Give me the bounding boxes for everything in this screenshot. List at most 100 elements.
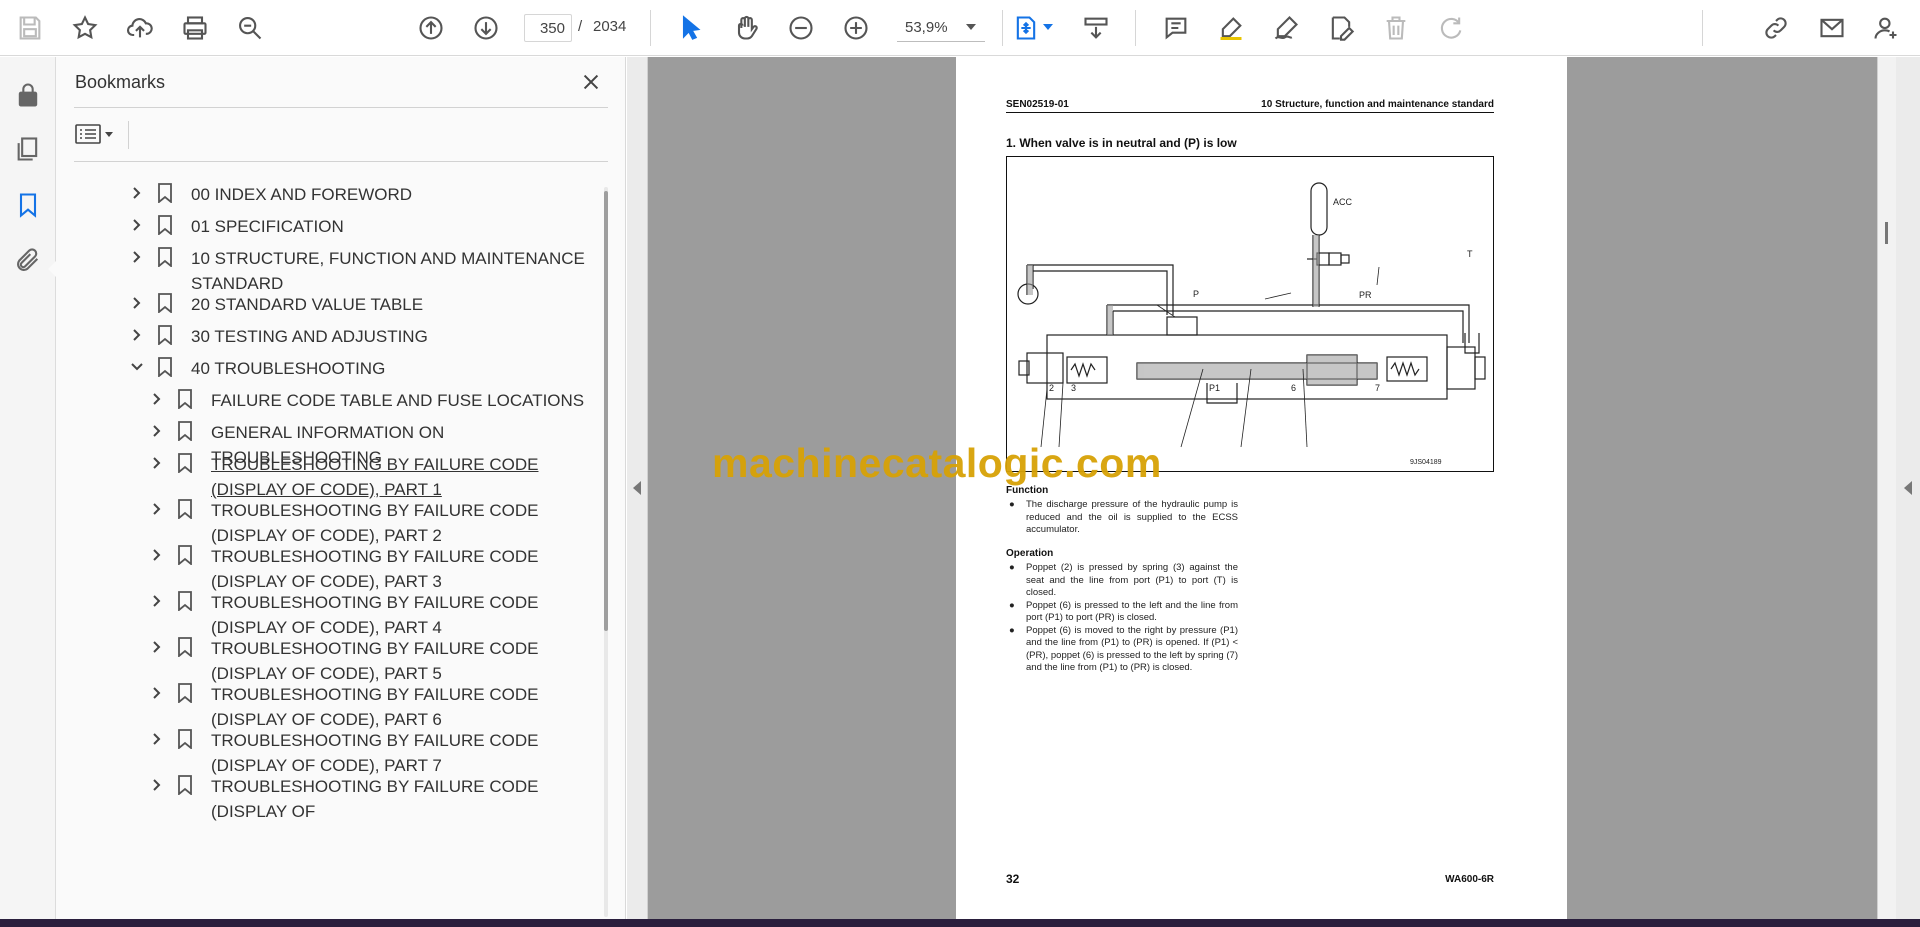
bookmark-options-button[interactable] (74, 119, 120, 149)
page-model: WA600-6R (1445, 874, 1494, 885)
bookmark-label: 10 STRUCTURE, FUNCTION AND MAINTENANCE S… (191, 249, 585, 293)
bookmark-item[interactable]: 20 STANDARD VALUE TABLE (130, 292, 596, 317)
pdf-page: SEN02519-01 10 Structure, function and m… (956, 57, 1567, 919)
star-icon[interactable] (67, 10, 103, 46)
bookmark-label: TROUBLESHOOTING BY FAILURE CODE (DISPLAY… (211, 731, 539, 775)
bookmark-item[interactable]: TROUBLESHOOTING BY FAILURE CODE (DISPLAY… (150, 452, 596, 502)
chevron-right-icon[interactable] (150, 544, 164, 566)
zoom-out-icon[interactable] (783, 10, 819, 46)
chevron-right-icon[interactable] (150, 420, 164, 442)
bookmark-label: 01 SPECIFICATION (191, 217, 344, 236)
bookmark-item[interactable]: TROUBLESHOOTING BY FAILURE CODE (DISPLAY… (150, 774, 596, 824)
page-number-input[interactable]: 350 (524, 14, 572, 42)
bookmark-label: 30 TESTING AND ADJUSTING (191, 327, 428, 346)
label-p: P (1193, 289, 1199, 299)
chevron-right-icon[interactable] (150, 682, 164, 704)
bookmark-item[interactable]: 10 STRUCTURE, FUNCTION AND MAINTENANCE S… (130, 246, 596, 296)
bookmarks-panel: Bookmarks 00 INDEX AND FOREWORD 01 SPECIF… (56, 57, 626, 919)
watermark-text: machinecatalogic.com (712, 440, 1162, 486)
bookmark-item[interactable]: TROUBLESHOOTING BY FAILURE CODE (DISPLAY… (150, 544, 596, 594)
list-item: ● Poppet (6) is pressed to the left and t… (1006, 600, 1238, 625)
bookmark-icon[interactable] (10, 187, 46, 223)
chevron-right-icon[interactable] (150, 498, 164, 520)
close-icon[interactable] (576, 67, 606, 97)
bullet: ● (1009, 624, 1015, 636)
bookmark-flag-icon (176, 544, 194, 566)
chevron-right-icon[interactable] (150, 590, 164, 612)
chevron-down-icon[interactable] (130, 356, 144, 378)
bookmark-item[interactable]: TROUBLESHOOTING BY FAILURE CODE (DISPLAY… (150, 682, 596, 732)
bookmark-item[interactable]: TROUBLESHOOTING BY FAILURE CODE (DISPLAY… (150, 590, 596, 640)
lock-icon[interactable] (10, 77, 46, 113)
page-header-section: 10 Structure, function and maintenance s… (1261, 99, 1494, 110)
sign-icon[interactable] (1268, 10, 1304, 46)
page-heading: 1. When valve is in neutral and (P) is l… (1006, 136, 1237, 150)
bookmark-flag-icon (176, 774, 194, 796)
bookmark-flag-icon (156, 324, 174, 346)
diagram-code: 9JS04189 (1410, 459, 1442, 466)
print-icon[interactable] (177, 10, 213, 46)
main-toolbar: 350 / 2034 53,9% (0, 0, 1920, 56)
bookmark-item[interactable]: TROUBLESHOOTING BY FAILURE CODE (DISPLAY… (150, 636, 596, 686)
chevron-right-icon[interactable] (130, 324, 144, 346)
highlight-icon[interactable] (1213, 10, 1249, 46)
list-item-text: The discharge pressure of the hydraulic … (1026, 499, 1238, 535)
chevron-right-icon[interactable] (150, 774, 164, 796)
comment-icon[interactable] (1158, 10, 1194, 46)
chevron-right-icon[interactable] (150, 636, 164, 658)
save-icon[interactable] (12, 10, 48, 46)
chevron-right-icon[interactable] (130, 292, 144, 314)
collapse-left-icon[interactable] (633, 481, 641, 495)
attachment-icon[interactable] (10, 242, 46, 278)
chevron-right-icon[interactable] (150, 452, 164, 474)
bookmark-label: 40 TROUBLESHOOTING (191, 359, 386, 378)
page-up-icon[interactable] (413, 10, 449, 46)
bookmark-item[interactable]: 30 TESTING AND ADJUSTING (130, 324, 596, 349)
bookmark-item[interactable]: FAILURE CODE TABLE AND FUSE LOCATIONS (150, 388, 596, 413)
document-scrollbar[interactable] (1878, 57, 1896, 919)
bookmark-flag-icon (176, 498, 194, 520)
operation-list: ● Poppet (2) is pressed by spring (3) aga… (1006, 562, 1238, 675)
share-link-icon[interactable] (1758, 10, 1794, 46)
page-separator: / (578, 18, 583, 35)
scroll-mode-icon[interactable] (1078, 10, 1114, 46)
bookmark-item[interactable]: TROUBLESHOOTING BY FAILURE CODE (DISPLAY… (150, 498, 596, 548)
delete-icon[interactable] (1378, 10, 1414, 46)
label-6: 6 (1291, 383, 1296, 393)
document-scrollbar-thumb[interactable] (1885, 222, 1888, 244)
panel-scrollbar-thumb[interactable] (604, 191, 608, 631)
account-icon[interactable] (1868, 10, 1904, 46)
bookmark-item[interactable]: TROUBLESHOOTING BY FAILURE CODE (DISPLAY… (150, 728, 596, 778)
zoom-in-icon[interactable] (838, 10, 874, 46)
bookmark-item[interactable]: 00 INDEX AND FOREWORD (130, 182, 596, 207)
fit-page-icon[interactable] (1008, 10, 1044, 46)
bullet: ● (1009, 499, 1015, 510)
label-t: T (1467, 249, 1473, 259)
chevron-down-icon[interactable] (966, 24, 976, 30)
bookmark-list: 00 INDEX AND FOREWORD 01 SPECIFICATION 10 … (56, 167, 596, 919)
mail-icon[interactable] (1814, 10, 1850, 46)
bookmark-item[interactable]: 40 TROUBLESHOOTING (130, 356, 596, 381)
bookmark-flag-icon (176, 728, 194, 750)
select-cursor-icon[interactable] (673, 10, 709, 46)
upload-icon[interactable] (122, 10, 158, 46)
pages-icon[interactable] (10, 131, 46, 167)
chevron-right-icon[interactable] (130, 246, 144, 268)
label-p1: P1 (1209, 383, 1220, 393)
chevron-right-icon[interactable] (130, 214, 144, 236)
chevron-right-icon[interactable] (130, 182, 144, 204)
chevron-right-icon[interactable] (150, 388, 164, 410)
hand-icon[interactable] (728, 10, 764, 46)
redo-icon[interactable] (1433, 10, 1469, 46)
search-zoom-icon[interactable] (232, 10, 268, 46)
chevron-right-icon[interactable] (150, 728, 164, 750)
list-item: ● The discharge pressure of the hydraulic… (1006, 499, 1238, 537)
label-2: 2 (1049, 383, 1054, 393)
fit-page-dropdown-icon[interactable] (1043, 24, 1053, 30)
bookmark-label: TROUBLESHOOTING BY FAILURE CODE (DISPLAY… (211, 547, 539, 591)
bookmark-item[interactable]: 01 SPECIFICATION (130, 214, 596, 239)
page-down-icon[interactable] (468, 10, 504, 46)
navigation-rail (0, 57, 56, 919)
edit-icon[interactable] (1323, 10, 1359, 46)
expand-right-icon[interactable] (1904, 481, 1912, 495)
